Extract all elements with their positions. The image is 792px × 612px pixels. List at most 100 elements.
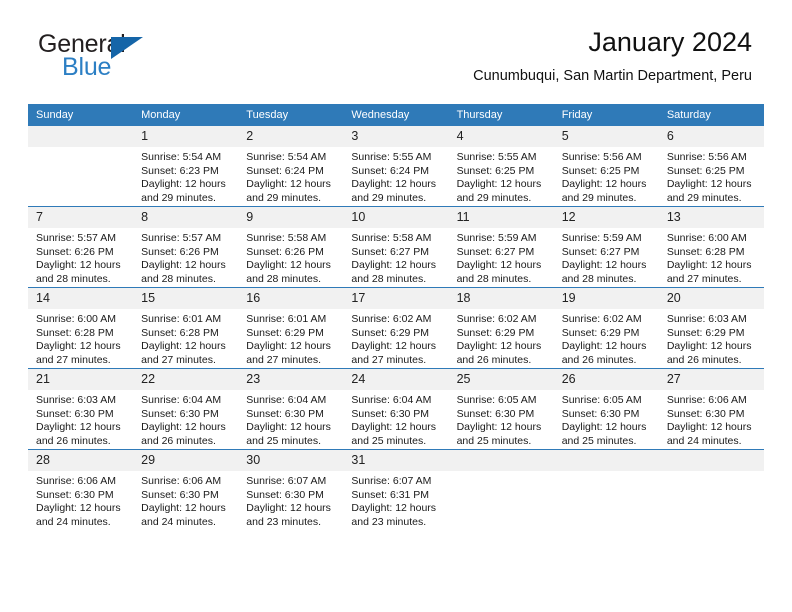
day-sun-info: Sunrise: 6:02 AM Sunset: 6:29 PM Daylight:… (554, 309, 659, 367)
daylight-text-line1: Daylight: 12 hours (246, 178, 331, 191)
calendar-day-cell[interactable]: 8 Sunrise: 5:57 AM Sunset: 6:26 PM Daylight… (133, 206, 239, 288)
daylight-text-line1: Daylight: 12 hours (561, 340, 647, 353)
calendar-day-cell[interactable]: 5 Sunrise: 5:56 AM Sunset: 6:25 PM Daylight… (553, 126, 659, 207)
calendar-day-cell[interactable]: 7 Sunrise: 5:57 AM Sunset: 6:26 PM Daylight… (28, 206, 134, 288)
sunrise-text: Sunrise: 6:01 AM (141, 313, 222, 325)
sunrise-text: Sunrise: 5:54 AM (246, 151, 327, 163)
calendar-day-cell[interactable]: 11 Sunrise: 5:59 AM Sunset: 6:27 PM Dayligh… (448, 206, 554, 288)
sunset-text: Sunset: 6:29 PM (666, 326, 745, 339)
calendar-day-cell[interactable]: 1 Sunrise: 5:54 AM Sunset: 6:23 PM Daylight… (133, 126, 239, 207)
calendar-day-cell[interactable]: 9 Sunrise: 5:58 AM Sunset: 6:26 PM Daylight… (238, 206, 344, 288)
brand-logo[interactable]: General Blue (38, 32, 143, 80)
sunrise-text: Sunrise: 6:06 AM (36, 475, 116, 487)
daylight-text-line2: and 28 minutes. (351, 272, 427, 285)
weekday-header-saturday: Saturday (658, 104, 764, 126)
sunset-text: Sunset: 6:30 PM (141, 488, 219, 501)
calendar-day-cell-empty (448, 449, 554, 530)
calendar-day-cell[interactable]: 21 Sunrise: 6:03 AM Sunset: 6:30 PM Dayligh… (28, 368, 134, 450)
calendar-day-cell[interactable]: 22 Sunrise: 6:04 AM Sunset: 6:30 PM Dayligh… (133, 368, 239, 450)
sunset-text: Sunset: 6:24 PM (246, 164, 324, 177)
day-sun-info: Sunrise: 6:05 AM Sunset: 6:30 PM Daylight:… (554, 390, 659, 448)
day-sun-info: Sunrise: 5:54 AM Sunset: 6:24 PM Daylight:… (238, 147, 343, 205)
calendar-day-cell[interactable]: 16 Sunrise: 6:01 AM Sunset: 6:29 PM Dayligh… (238, 287, 344, 369)
sunset-text: Sunset: 6:27 PM (561, 245, 640, 258)
calendar-day-cell[interactable]: 25 Sunrise: 6:05 AM Sunset: 6:30 PM Dayligh… (448, 368, 554, 450)
calendar: Sunday Monday Tuesday Wednesday Thursday Frid… (28, 104, 764, 530)
daylight-text-line1: Daylight: 12 hours (141, 340, 226, 353)
daylight-text-line1: Daylight: 12 hours (141, 421, 226, 434)
daylight-text-line1: Daylight: 12 hours (351, 340, 437, 353)
daylight-text-line2: and 27 minutes. (666, 272, 742, 285)
sunrise-text: Sunrise: 6:06 AM (666, 394, 747, 406)
sunset-text: Sunset: 6:30 PM (666, 407, 745, 420)
day-sun-info: Sunrise: 5:54 AM Sunset: 6:23 PM Daylight:… (133, 147, 238, 205)
sunset-text: Sunset: 6:30 PM (351, 407, 430, 420)
calendar-day-cell[interactable]: 13 Sunrise: 6:00 AM Sunset: 6:28 PM Dayligh… (658, 206, 764, 288)
calendar-day-cell[interactable]: 30 Sunrise: 6:07 AM Sunset: 6:30 PM Dayligh… (238, 449, 344, 530)
daylight-text-line2: and 28 minutes. (141, 272, 216, 285)
calendar-week-row: 1 Sunrise: 5:54 AM Sunset: 6:23 PM Daylight… (28, 126, 764, 207)
calendar-day-cell[interactable]: 2 Sunrise: 5:54 AM Sunset: 6:24 PM Daylight… (238, 126, 344, 207)
sunset-text: Sunset: 6:27 PM (456, 245, 535, 258)
daylight-text-line2: and 28 minutes. (36, 272, 111, 285)
daylight-text-line1: Daylight: 12 hours (351, 178, 437, 191)
calendar-day-cell[interactable]: 19 Sunrise: 6:02 AM Sunset: 6:29 PM Dayligh… (553, 287, 659, 369)
calendar-table: Sunday Monday Tuesday Wednesday Thursday Frid… (28, 104, 764, 530)
day-sun-info: Sunrise: 5:58 AM Sunset: 6:26 PM Daylight:… (238, 228, 343, 286)
daylight-text-line2: and 25 minutes. (351, 434, 427, 447)
calendar-day-cell[interactable]: 18 Sunrise: 6:02 AM Sunset: 6:29 PM Dayligh… (448, 287, 554, 369)
title-block: January 2024 Cunumbuqui, San Martin Depa… (473, 26, 752, 86)
daylight-text-line2: and 28 minutes. (561, 272, 637, 285)
day-number: 14 (28, 288, 134, 309)
day-number: 1 (133, 126, 239, 147)
sunrise-text: Sunrise: 6:00 AM (36, 313, 116, 325)
daylight-text-line2: and 25 minutes. (561, 434, 637, 447)
daylight-text-line1: Daylight: 12 hours (246, 421, 331, 434)
daylight-text-line1: Daylight: 12 hours (141, 502, 226, 515)
calendar-day-cell[interactable]: 29 Sunrise: 6:06 AM Sunset: 6:30 PM Dayligh… (133, 449, 239, 530)
calendar-day-cell[interactable]: 26 Sunrise: 6:05 AM Sunset: 6:30 PM Dayligh… (553, 368, 659, 450)
calendar-day-cell[interactable]: 4 Sunrise: 5:55 AM Sunset: 6:25 PM Daylight… (448, 126, 554, 207)
daylight-text-line2: and 28 minutes. (246, 272, 321, 285)
day-sun-info: Sunrise: 6:06 AM Sunset: 6:30 PM Daylight:… (133, 471, 238, 529)
daylight-text-line2: and 24 minutes. (666, 434, 742, 447)
day-sun-info: Sunrise: 6:01 AM Sunset: 6:28 PM Daylight:… (133, 309, 238, 367)
day-sun-info: Sunrise: 6:06 AM Sunset: 6:30 PM Daylight:… (28, 471, 133, 529)
day-sun-info: Sunrise: 5:59 AM Sunset: 6:27 PM Daylight:… (554, 228, 659, 286)
sunset-text: Sunset: 6:28 PM (141, 326, 219, 339)
calendar-day-cell[interactable]: 27 Sunrise: 6:06 AM Sunset: 6:30 PM Dayligh… (658, 368, 764, 450)
daylight-text-line2: and 26 minutes. (141, 434, 216, 447)
calendar-day-cell[interactable]: 14 Sunrise: 6:00 AM Sunset: 6:28 PM Dayligh… (28, 287, 134, 369)
sunset-text: Sunset: 6:29 PM (456, 326, 535, 339)
calendar-day-cell[interactable]: 12 Sunrise: 5:59 AM Sunset: 6:27 PM Dayligh… (553, 206, 659, 288)
calendar-day-cell[interactable]: 17 Sunrise: 6:02 AM Sunset: 6:29 PM Dayligh… (343, 287, 449, 369)
weekday-header-row: Sunday Monday Tuesday Wednesday Thursday Frid… (28, 104, 764, 126)
sunrise-text: Sunrise: 6:00 AM (666, 232, 747, 244)
sunset-text: Sunset: 6:30 PM (36, 488, 114, 501)
day-number: 16 (238, 288, 344, 309)
day-number: 19 (553, 288, 659, 309)
daylight-text-line2: and 26 minutes. (666, 353, 742, 366)
calendar-day-cell[interactable]: 15 Sunrise: 6:01 AM Sunset: 6:28 PM Dayligh… (133, 287, 239, 369)
daylight-text-line1: Daylight: 12 hours (561, 178, 647, 191)
daylight-text-line2: and 23 minutes. (351, 515, 427, 528)
day-number: 21 (28, 369, 134, 390)
daylight-text-line1: Daylight: 12 hours (141, 259, 226, 272)
daylight-text-line2: and 29 minutes. (246, 191, 321, 204)
day-sun-info: Sunrise: 6:03 AM Sunset: 6:29 PM Daylight:… (659, 309, 764, 367)
calendar-day-cell[interactable]: 24 Sunrise: 6:04 AM Sunset: 6:30 PM Dayligh… (343, 368, 449, 450)
calendar-day-cell[interactable]: 23 Sunrise: 6:04 AM Sunset: 6:30 PM Dayligh… (238, 368, 344, 450)
sunset-text: Sunset: 6:30 PM (36, 407, 114, 420)
calendar-day-cell[interactable]: 31 Sunrise: 6:07 AM Sunset: 6:31 PM Dayligh… (343, 449, 449, 530)
calendar-day-cell[interactable]: 20 Sunrise: 6:03 AM Sunset: 6:29 PM Dayligh… (658, 287, 764, 369)
daylight-text-line2: and 27 minutes. (141, 353, 216, 366)
calendar-day-cell-empty (658, 449, 764, 530)
daylight-text-line1: Daylight: 12 hours (561, 421, 647, 434)
daylight-text-line1: Daylight: 12 hours (351, 502, 437, 515)
calendar-day-cell[interactable]: 3 Sunrise: 5:55 AM Sunset: 6:24 PM Daylight… (343, 126, 449, 207)
sunrise-text: Sunrise: 5:56 AM (666, 151, 747, 163)
calendar-day-cell[interactable]: 28 Sunrise: 6:06 AM Sunset: 6:30 PM Dayligh… (28, 449, 134, 530)
weekday-header-friday: Friday (553, 104, 659, 126)
calendar-day-cell[interactable]: 10 Sunrise: 5:58 AM Sunset: 6:27 PM Dayligh… (343, 206, 449, 288)
calendar-day-cell[interactable]: 6 Sunrise: 5:56 AM Sunset: 6:25 PM Daylight… (658, 126, 764, 207)
